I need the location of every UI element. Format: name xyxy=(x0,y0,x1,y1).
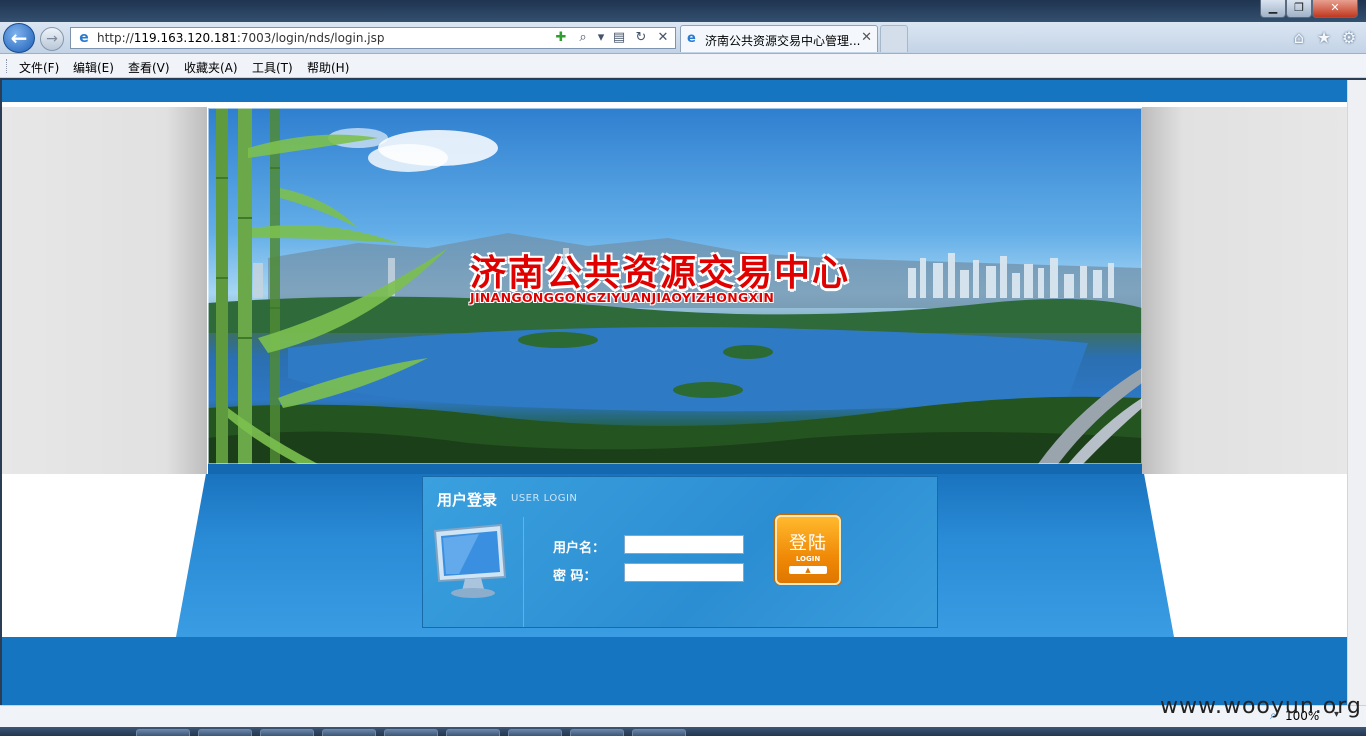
menu-help[interactable]: 帮助(H) xyxy=(307,59,349,76)
panel-divider xyxy=(523,517,524,627)
tab-label: 济南公共资源交易中心管理... xyxy=(705,34,861,48)
menu-bar: 文件(F) 编辑(E) 查看(V) 收藏夹(A) 工具(T) 帮助(H) xyxy=(0,54,1366,78)
vertical-scrollbar[interactable] xyxy=(1347,80,1366,705)
tab-active[interactable]: e 济南公共资源交易中心管理... ✕ xyxy=(680,25,878,52)
browser-navbar: ← → e http://119.163.120.181:7003/login/… xyxy=(0,22,1366,54)
address-url[interactable]: http://119.163.120.181:7003/login/nds/lo… xyxy=(97,31,385,45)
login-arrow-icon: ▲ xyxy=(789,566,827,574)
ie-page-icon: e xyxy=(79,30,89,46)
gear-icon[interactable]: ⚙ xyxy=(1340,28,1358,47)
compat-view-icon[interactable]: ✚ xyxy=(553,29,569,47)
banner-title: 济南公共资源交易中心 xyxy=(470,252,851,294)
login-button[interactable]: 登陆 LOGIN ▲ xyxy=(775,515,841,585)
toolbar-grip xyxy=(6,59,9,73)
login-title: 用户登录 xyxy=(437,491,498,509)
username-label: 用户名： xyxy=(553,541,606,556)
back-button[interactable]: ← xyxy=(3,23,35,53)
login-panel: 用户登录 USER LOGIN 用户名： 密 码： 登陆 LOGIN ▲ xyxy=(422,476,938,628)
ie-tab-icon: e xyxy=(687,31,696,46)
taskbar-item[interactable] xyxy=(446,729,500,736)
maximize-button[interactable]: ❐ xyxy=(1286,0,1312,18)
login-button-label: 登陆 xyxy=(789,533,827,554)
banner-subtitle: JINANGONGGONGZIYUANJIAOYIZHONGXIN xyxy=(470,290,775,305)
tab-close-icon[interactable]: ✕ xyxy=(861,30,872,45)
menu-view[interactable]: 查看(V) xyxy=(128,59,170,76)
stop-icon[interactable]: ✕ xyxy=(655,29,671,47)
taskbar-item[interactable] xyxy=(508,729,562,736)
monitor-icon xyxy=(433,523,507,598)
refresh-icon[interactable]: ↻ xyxy=(633,29,649,47)
taskbar-item[interactable] xyxy=(570,729,624,736)
compat-icon[interactable]: ▤ xyxy=(611,29,627,47)
menu-tools[interactable]: 工具(T) xyxy=(252,59,293,76)
top-blue-band xyxy=(2,80,1347,102)
taskbar-item[interactable] xyxy=(384,729,438,736)
taskbar-item[interactable] xyxy=(322,729,376,736)
new-tab-button[interactable] xyxy=(880,25,908,52)
favorites-star-icon[interactable]: ★ xyxy=(1315,28,1333,47)
watermark-text: www.wooyun.org xyxy=(1160,694,1362,719)
dropdown-icon[interactable]: ▾ xyxy=(597,29,605,47)
banner-bottom-strip xyxy=(208,464,1142,474)
menu-file[interactable]: 文件(F) xyxy=(19,59,59,76)
left-gray-panel xyxy=(2,107,207,474)
taskbar-item[interactable] xyxy=(198,729,252,736)
taskbar-item[interactable] xyxy=(136,729,190,736)
close-window-button[interactable]: ✕ xyxy=(1312,0,1358,18)
search-icon[interactable]: ⌕ xyxy=(575,29,591,47)
page-content: 济南公共资源交易中心 JINANGONGGONGZIYUANJIAOYIZHON… xyxy=(2,80,1347,705)
address-bar[interactable]: e http://119.163.120.181:7003/login/nds/… xyxy=(70,27,676,49)
forward-button[interactable]: → xyxy=(40,27,64,51)
menu-favorites[interactable]: 收藏夹(A) xyxy=(184,59,238,76)
login-button-sublabel: LOGIN xyxy=(795,555,821,563)
password-label: 密 码： xyxy=(553,569,597,584)
right-gray-panel xyxy=(1142,107,1347,474)
minimize-button[interactable]: ▁ xyxy=(1260,0,1286,18)
window-titlebar: ▁ ❐ ✕ xyxy=(0,0,1366,22)
taskbar-item[interactable] xyxy=(632,729,686,736)
forward-arrow-icon: → xyxy=(46,31,58,47)
taskbar-item[interactable] xyxy=(260,729,314,736)
password-input[interactable] xyxy=(624,563,744,582)
menu-edit[interactable]: 编辑(E) xyxy=(73,59,114,76)
username-input[interactable] xyxy=(624,535,744,554)
banner-image: 济南公共资源交易中心 JINANGONGGONGZIYUANJIAOYIZHON… xyxy=(208,108,1142,464)
bottom-blue-band xyxy=(2,637,1347,705)
home-icon[interactable]: ⌂ xyxy=(1290,28,1308,47)
back-arrow-icon: ← xyxy=(10,26,28,50)
login-title-en: USER LOGIN xyxy=(511,493,578,504)
